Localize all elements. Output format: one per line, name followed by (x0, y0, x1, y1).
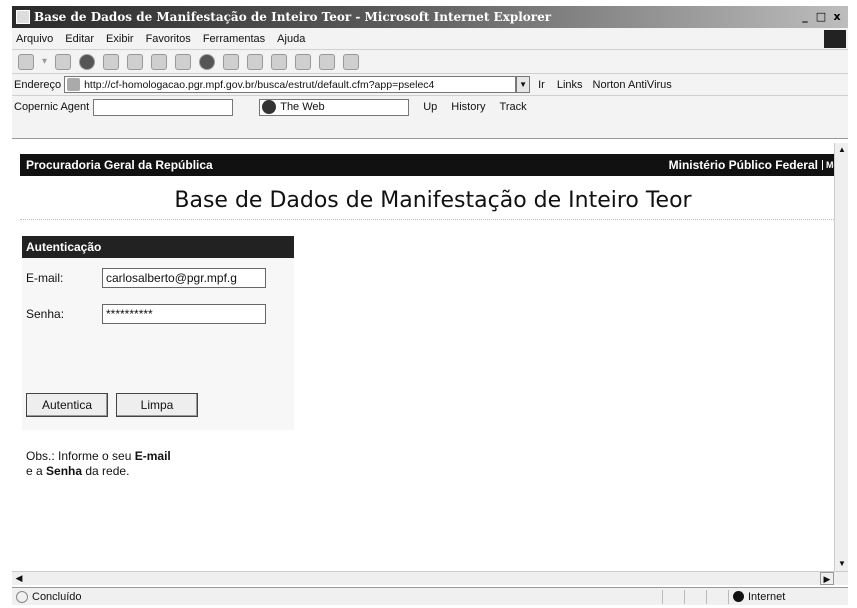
page-title: Base de Dados de Manifestação de Inteiro… (174, 188, 692, 213)
divider (20, 219, 846, 220)
menu-ferramentas[interactable]: Ferramentas (203, 33, 265, 45)
address-input[interactable]: http://cf-homologacao.pgr.mpf.gov.br/bus… (64, 76, 517, 93)
refresh-icon[interactable] (103, 53, 120, 70)
vertical-scrollbar[interactable]: ▲ ▼ (834, 143, 848, 571)
page-status-icon (16, 590, 28, 603)
copernic-label: Copernic Agent (14, 101, 90, 113)
status-cell (706, 589, 728, 604)
note-text-middle: e a (26, 464, 47, 478)
menu-editar[interactable]: Editar (65, 33, 94, 45)
scroll-left-icon[interactable]: ◀ (12, 572, 26, 585)
address-url: http://cf-homologacao.pgr.mpf.gov.br/bus… (84, 78, 435, 91)
menu-arquivo[interactable]: Arquivo (16, 33, 53, 45)
maximize-button[interactable]: □ (814, 10, 828, 24)
address-label: Endereço (14, 78, 62, 91)
address-dropdown-icon[interactable]: ▼ (516, 76, 531, 93)
menu-bar: Arquivo Editar Exibir Favoritos Ferramen… (12, 28, 848, 50)
back-dropdown-icon[interactable]: ▾ (42, 56, 47, 67)
menu-exibir[interactable]: Exibir (106, 33, 134, 45)
horizontal-scrollbar[interactable]: ◀ ▶ (12, 571, 848, 585)
auth-buttons: Autentica Limpa (26, 393, 198, 417)
windows-logo-icon (824, 29, 846, 48)
authenticate-button[interactable]: Autentica (26, 393, 108, 417)
forward-icon[interactable] (55, 53, 72, 70)
history-icon[interactable] (223, 53, 240, 70)
auth-note: Obs.: Informe o seu E-mail e a Senha da … (26, 449, 171, 479)
search-scope-value: The Web (280, 101, 325, 113)
track-button[interactable]: Track (500, 101, 527, 113)
status-bar: Concluído Internet (12, 587, 848, 605)
up-button[interactable]: Up (423, 101, 437, 113)
minimize-button[interactable]: _ (798, 10, 812, 24)
org-name: Procuradoria Geral da República (26, 158, 213, 172)
status-cell (684, 589, 706, 604)
back-icon[interactable] (18, 53, 34, 70)
status-text: Concluído (32, 590, 82, 603)
security-zone: Internet (728, 589, 848, 604)
email-label: E-mail: (26, 271, 64, 285)
menu-ajuda[interactable]: Ajuda (277, 33, 305, 45)
ie-icon (16, 10, 30, 24)
page-icon (67, 78, 81, 91)
stop-icon[interactable] (79, 53, 96, 70)
note-senha: Senha (46, 464, 83, 478)
globe-icon (262, 100, 277, 114)
favorites-icon[interactable] (175, 53, 192, 70)
internet-zone-icon (733, 591, 744, 602)
scroll-right-icon[interactable]: ▶ (820, 572, 834, 585)
email-field[interactable]: carlosalberto@pgr.mpf.g (102, 268, 266, 288)
email-row: E-mail: carlosalberto@pgr.mpf.g (26, 268, 266, 288)
page-content: Procuradoria Geral da República Ministér… (18, 143, 848, 571)
links-button[interactable]: Links (557, 79, 583, 91)
auth-heading: Autenticação (22, 236, 294, 258)
password-row: Senha: ********** (26, 304, 266, 324)
edit-icon[interactable] (295, 53, 312, 70)
site-header: Procuradoria Geral da República Ministér… (20, 154, 848, 176)
search-scope-select[interactable]: The Web (259, 98, 410, 116)
address-bar: Endereço http://cf-homologacao.pgr.mpf.g… (12, 74, 848, 96)
copernic-toolbar: Copernic Agent The Web Up History Track (12, 96, 848, 118)
mpf-name: Ministério Público Federal (668, 158, 818, 172)
scroll-down-icon[interactable]: ▼ (835, 557, 849, 571)
history-button[interactable]: History (451, 101, 485, 113)
copernic-search-input[interactable] (93, 98, 234, 116)
note-text-suffix: da rede. (82, 464, 130, 478)
password-label: Senha: (26, 307, 65, 321)
go-button[interactable]: Ir (538, 79, 545, 91)
home-icon[interactable] (127, 53, 144, 70)
menu-favoritos[interactable]: Favoritos (146, 33, 191, 45)
password-field[interactable]: ********** (102, 304, 266, 324)
status-cell (662, 589, 684, 604)
media-icon[interactable] (199, 53, 216, 70)
auth-panel: Autenticação E-mail: carlosalberto@pgr.m… (22, 236, 294, 478)
messenger-icon[interactable] (343, 53, 360, 70)
browser-chrome: Arquivo Editar Exibir Favoritos Ferramen… (12, 28, 848, 139)
discuss-icon[interactable] (319, 53, 336, 70)
norton-antivirus-button[interactable]: Norton AntiVirus (593, 79, 672, 91)
scroll-up-icon[interactable]: ▲ (835, 143, 849, 157)
zone-label: Internet (748, 590, 786, 603)
window-title: Base de Dados de Manifestação de Inteiro… (34, 10, 552, 24)
window-title-bar: Base de Dados de Manifestação de Inteiro… (12, 6, 848, 28)
search-icon[interactable] (151, 53, 168, 70)
note-email: E-mail (134, 449, 171, 463)
close-button[interactable]: x (830, 10, 844, 24)
standard-toolbar: ▾ (12, 50, 848, 74)
print-icon[interactable] (271, 53, 288, 70)
clear-button[interactable]: Limpa (116, 393, 198, 417)
mail-icon[interactable] (247, 53, 264, 70)
note-text-prefix: Obs.: Informe o seu (26, 449, 135, 463)
